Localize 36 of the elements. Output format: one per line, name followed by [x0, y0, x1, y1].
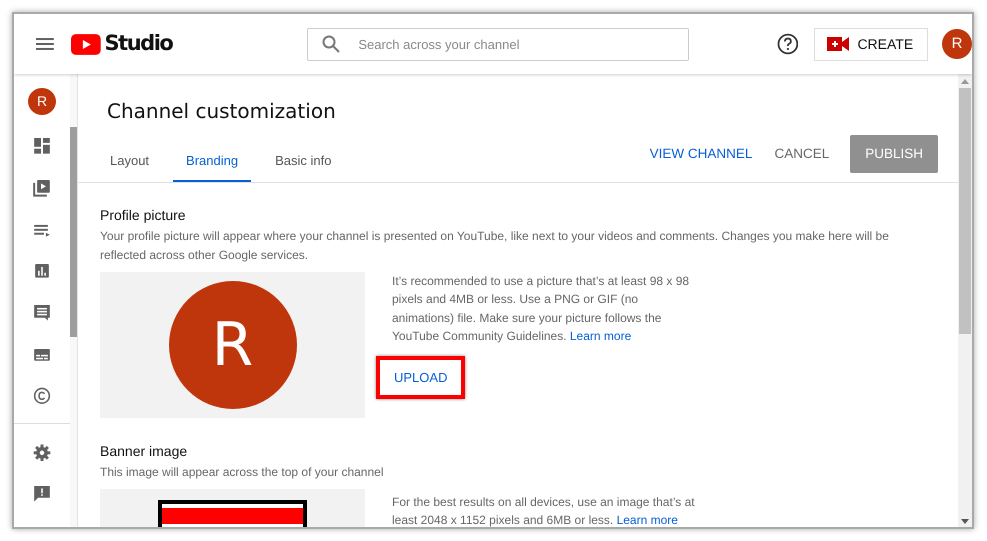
- profile-avatar: R: [168, 280, 296, 409]
- info-text: For the best results on all devices, use an image that’s at least 2048 x 1152 pixels and 6MB or less. Learn more: [392, 494, 696, 527]
- avatar-button[interactable]: R: [942, 29, 972, 59]
- copyright-icon[interactable]: [33, 387, 51, 405]
- scroll-down-icon[interactable]: [961, 519, 969, 524]
- section-title: Banner image: [100, 442, 188, 460]
- video-camera-icon: [827, 37, 850, 51]
- tab[interactable]: Basic info: [262, 138, 344, 182]
- channel-avatar[interactable]: R: [28, 88, 56, 116]
- scrollbar-thumb[interactable]: [70, 127, 77, 337]
- scrollbar-thumb[interactable]: [959, 88, 971, 334]
- analytics-icon[interactable]: [33, 262, 51, 280]
- dashboard-icon[interactable]: [33, 137, 51, 156]
- tab[interactable]: Branding: [173, 138, 252, 182]
- section-description: This image will appear across the top of your channel: [100, 464, 384, 481]
- search-field[interactable]: Search across your channel: [307, 28, 689, 60]
- help-icon[interactable]: [776, 33, 798, 55]
- comments-icon[interactable]: [33, 304, 51, 322]
- section-description: Your profile picture will appear where your channel is presented on YouTube, like next to your videos and comments. Changes you make here will be reflected across other Google services.: [100, 228, 890, 264]
- learn-more-link[interactable]: Learn more: [570, 329, 632, 344]
- page-title: Channel customization: [107, 98, 337, 125]
- search-icon: [322, 34, 340, 52]
- info-text: It’s recommended to use a picture that’s at least 98 x 98 pixels and 4MB or less. Use a PNG or GIF (no animations) file. Make sure your picture follows the YouTube Community Guidelines. Learn more: [392, 272, 690, 346]
- menu-icon[interactable]: [36, 38, 54, 50]
- upload-button[interactable]: UPLOAD: [376, 356, 466, 400]
- learn-more-link[interactable]: Learn more: [616, 513, 678, 527]
- video-library-icon[interactable]: [33, 179, 51, 197]
- logo-text: Studio: [104, 30, 172, 58]
- logo-icon: [70, 34, 101, 54]
- tab[interactable]: Layout: [97, 138, 162, 182]
- view-channel-link[interactable]: VIEW CHANNEL: [638, 136, 764, 172]
- settings-icon[interactable]: [33, 444, 51, 462]
- feedback-icon[interactable]: [33, 485, 51, 504]
- create-button[interactable]: CREATE: [814, 28, 928, 60]
- cancel-button[interactable]: CANCEL: [763, 136, 840, 172]
- section-title: Profile picture: [100, 207, 187, 224]
